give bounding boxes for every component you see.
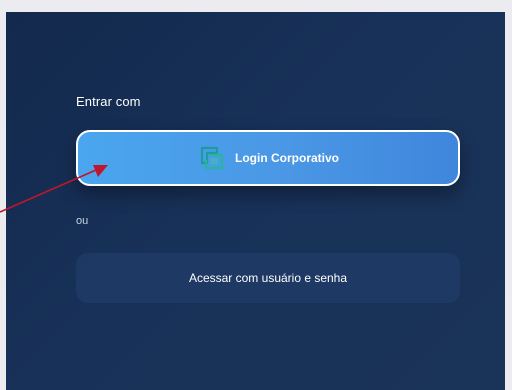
corporate-login-button[interactable]: Login Corporativo bbox=[76, 130, 460, 186]
corporate-login-icon bbox=[197, 143, 227, 173]
sign-in-heading: Entrar com bbox=[76, 94, 141, 109]
corporate-login-label: Login Corporativo bbox=[235, 151, 339, 165]
username-password-button[interactable]: Acessar com usuário e senha bbox=[76, 253, 460, 303]
login-panel: Entrar com Login Corporativo ou Acessar … bbox=[6, 12, 505, 390]
username-password-label: Acessar com usuário e senha bbox=[188, 271, 348, 285]
or-separator: ou bbox=[76, 215, 89, 227]
